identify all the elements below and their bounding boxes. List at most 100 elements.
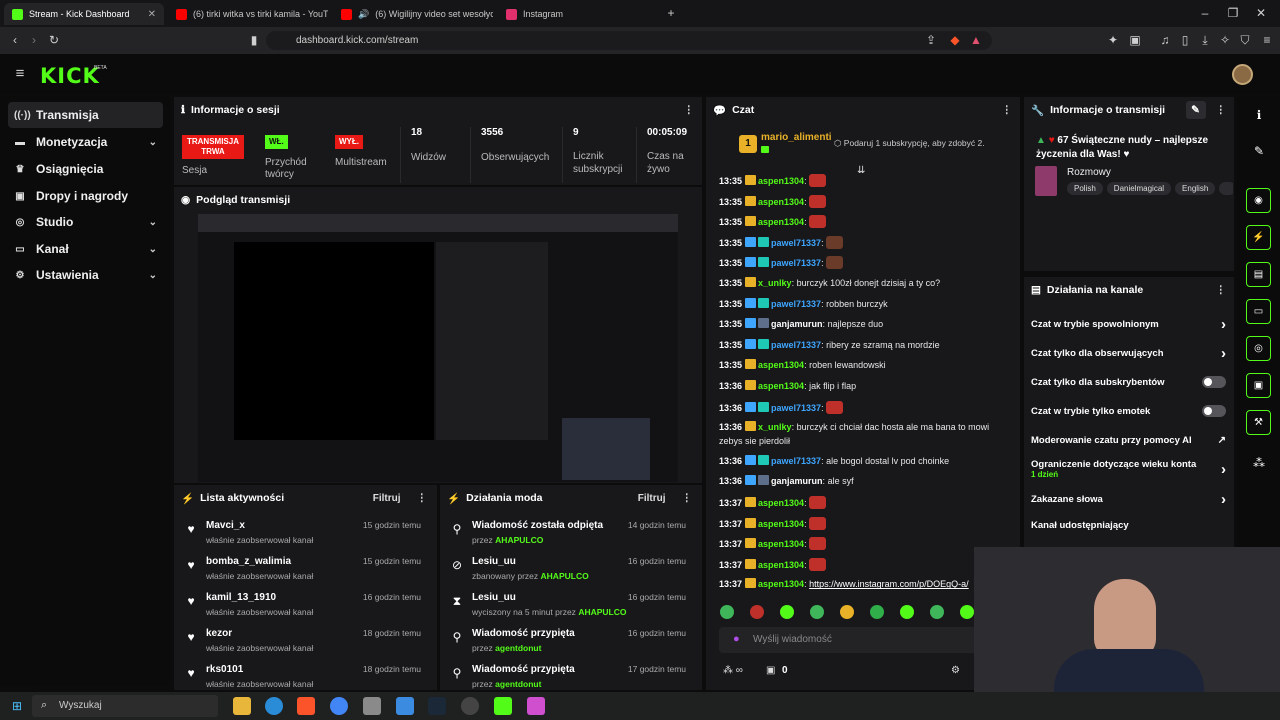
chat-message[interactable]: 13:37 aspen1304: — [719, 537, 994, 551]
taskbar-search[interactable]: ⌕ Wyszukaj — [32, 695, 218, 717]
chat-username[interactable]: pawel71337 — [771, 456, 821, 466]
tab-instagram[interactable]: Instagram — [498, 3, 658, 25]
sidebar-item-monetyzacja[interactable]: ▬ Monetyzacja ⌄ — [8, 129, 163, 155]
chat-username[interactable]: aspen1304 — [758, 579, 804, 589]
chat-username[interactable]: pawel71337 — [771, 403, 821, 413]
activity-user[interactable]: Mavci_x — [206, 520, 245, 531]
channel-action-row[interactable]: Ograniczenie dotyczące wieku konta 1 dzie… — [1031, 458, 1226, 480]
chat-username[interactable]: ganjamurun — [771, 476, 823, 486]
chat-username[interactable]: pawel71337 — [771, 299, 821, 309]
activity-item[interactable]: ♥ bomba_z_walimia właśnie zaobserwował kan… — [184, 552, 431, 586]
tag[interactable]: English — [1175, 182, 1216, 195]
url-field[interactable]: dashboard.kick.com/stream — [266, 31, 992, 50]
chat-username[interactable]: aspen1304 — [758, 197, 804, 207]
leo-ai-icon[interactable]: ✧ — [1218, 33, 1232, 47]
info-icon[interactable]: ℹ — [1252, 108, 1266, 122]
chat-message[interactable]: 13:35 aspen1304: — [719, 194, 994, 209]
chat-username[interactable]: x_unlky — [758, 422, 792, 432]
emote-icon[interactable] — [900, 605, 914, 619]
moderator-name[interactable]: agentdonut — [495, 643, 541, 653]
multistream[interactable]: WYŁ. Multistream — [335, 135, 397, 168]
windows-start-icon[interactable]: ⊞ — [10, 699, 24, 713]
tag[interactable]: Polish — [1067, 182, 1103, 195]
sidebar-item-studio[interactable]: ◎ Studio ⌄ — [8, 209, 163, 235]
toggle-switch[interactable] — [1202, 405, 1226, 417]
chat-username[interactable]: aspen1304 — [758, 360, 804, 370]
edit-icon[interactable]: ✎ — [1252, 144, 1266, 158]
channel-action-row[interactable]: Czat tylko dla obserwujących › — [1031, 342, 1226, 364]
stream-video[interactable] — [198, 214, 678, 482]
emote-icon[interactable] — [810, 605, 824, 619]
mod-action-item[interactable]: ⊘ Lesiu_uu zbanowany przez AHAPULCO 16 godz… — [450, 552, 696, 586]
restore-icon[interactable]: ❐ — [1226, 6, 1240, 20]
channel-action-row[interactable]: Moderowanie czatu przy pomocy AI ↗ — [1031, 429, 1226, 451]
chat-message[interactable]: 13:36 ganjamurun: ale syf — [719, 475, 994, 488]
app-icon[interactable] — [527, 697, 545, 715]
activity-user[interactable]: bomba_z_walimia — [206, 556, 291, 567]
mod-action-item[interactable]: ⚲ Wiadomość została odpięta przez AHAPULCO… — [450, 516, 696, 550]
close-icon[interactable]: ✕ — [148, 9, 156, 20]
gift-prompt[interactable]: ⬡ Podaruj 1 subskrypcję, aby zdobyć 2. — [834, 138, 985, 149]
activity-user[interactable]: rks0101 — [206, 664, 243, 675]
sidebar-item-kanal[interactable]: ▭ Kanał ⌄ — [8, 236, 163, 262]
chat-icon[interactable]: ▭ — [1246, 299, 1271, 324]
tag[interactable]: Danielmagical — [1106, 182, 1172, 195]
rewards-icon[interactable]: ▲ — [969, 33, 983, 47]
chat-message[interactable]: 13:36 pawel71337: — [719, 400, 994, 415]
minimize-icon[interactable]: – — [1198, 6, 1212, 20]
tag[interactable] — [1219, 182, 1233, 195]
wrench-icon[interactable]: ⚒ — [1246, 410, 1271, 435]
toggle-switch[interactable] — [1202, 376, 1226, 388]
file-explorer-icon[interactable] — [233, 697, 251, 715]
kick-logo[interactable]: KICK — [40, 64, 100, 88]
more-options-icon[interactable]: ⋮ — [684, 104, 695, 116]
menu-icon[interactable]: ≡ — [1260, 33, 1274, 47]
category-name[interactable]: Rozmowy — [1067, 167, 1111, 178]
community-icon[interactable]: ⁂ ∞ — [723, 665, 743, 676]
top-gifter-name[interactable]: mario_alimenti — [761, 132, 832, 143]
chat-message[interactable]: 13:35 pawel71337: robben burczyk — [719, 297, 994, 311]
moderator-name[interactable]: AHAPULCO — [541, 571, 589, 581]
more-options-icon[interactable]: ⋮ — [682, 492, 693, 504]
channel-action-row[interactable]: Kanał udostępniający — [1031, 514, 1226, 536]
tab-kick-dashboard[interactable]: Stream - Kick Dashboard ✕ — [4, 3, 164, 25]
more-options-icon[interactable]: ⋮ — [1216, 284, 1227, 296]
chat-username[interactable]: aspen1304 — [758, 519, 804, 529]
media-icon[interactable]: ♫ — [1158, 33, 1172, 47]
more-options-icon[interactable]: ⋮ — [1002, 104, 1013, 116]
chat-message[interactable]: 13:35 pawel71337: ribery ze szramą na mor… — [719, 338, 994, 352]
bookmark-icon[interactable]: ▮ — [247, 33, 261, 47]
mod-action-item[interactable]: ⚲ Wiadomość przypięta przez agentdonut 16 g… — [450, 624, 696, 658]
chat-username[interactable]: ganjamurun — [771, 319, 823, 329]
chat-message[interactable]: 13:35 pawel71337: — [719, 256, 994, 270]
brave-icon[interactable] — [297, 697, 315, 715]
emote-icon[interactable] — [930, 605, 944, 619]
sidebar-item-dropy[interactable]: ▣ Dropy i nagrody — [8, 183, 163, 209]
channel-action-row[interactable]: Zakazane słowa › — [1031, 488, 1226, 510]
avatar[interactable] — [1232, 64, 1253, 85]
wallet-icon[interactable]: ▣ — [1128, 33, 1142, 47]
chat-settings-icon[interactable]: ⚙ — [951, 665, 960, 676]
chat-username[interactable]: pawel71337 — [771, 238, 821, 248]
moderator-name[interactable]: agentdonut — [495, 679, 541, 689]
chat-message[interactable]: 13:37 aspen1304: — [719, 516, 994, 531]
chat-username[interactable]: pawel71337 — [771, 340, 821, 350]
store-icon[interactable] — [396, 697, 414, 715]
chat-message[interactable]: 13:36 x_unlky: burczyk ci chciał dac host… — [719, 421, 994, 434]
more-options-icon[interactable]: ⋮ — [417, 492, 428, 504]
sidebar-item-transmisja[interactable]: ((·)) Transmisja — [8, 102, 163, 128]
chat-username[interactable]: aspen1304 — [758, 217, 804, 227]
sidebar-item-osiagniecia[interactable]: ♛ Osiągnięcia — [8, 156, 163, 182]
forward-icon[interactable]: › — [27, 33, 41, 47]
broadcast-icon[interactable]: ◎ — [1246, 336, 1271, 361]
creator-income[interactable]: WŁ. Przychód twórcy — [265, 135, 325, 181]
moderator-name[interactable]: AHAPULCO — [578, 607, 626, 617]
chat-message[interactable]: 13:35 pawel71337: — [719, 235, 994, 250]
chat-input[interactable]: ● Wyślij wiadomość — [719, 627, 977, 653]
chat-username[interactable]: x_unlky — [758, 278, 792, 288]
share-icon[interactable]: ⇪ — [924, 33, 938, 47]
tab-youtube-1[interactable]: (6) tirki witka vs tirki kamila - YouTub… — [168, 3, 328, 25]
reload-icon[interactable]: ↻ — [47, 33, 61, 47]
emote-icon[interactable] — [840, 605, 854, 619]
activity-user[interactable]: kamil_13_1910 — [206, 592, 276, 603]
